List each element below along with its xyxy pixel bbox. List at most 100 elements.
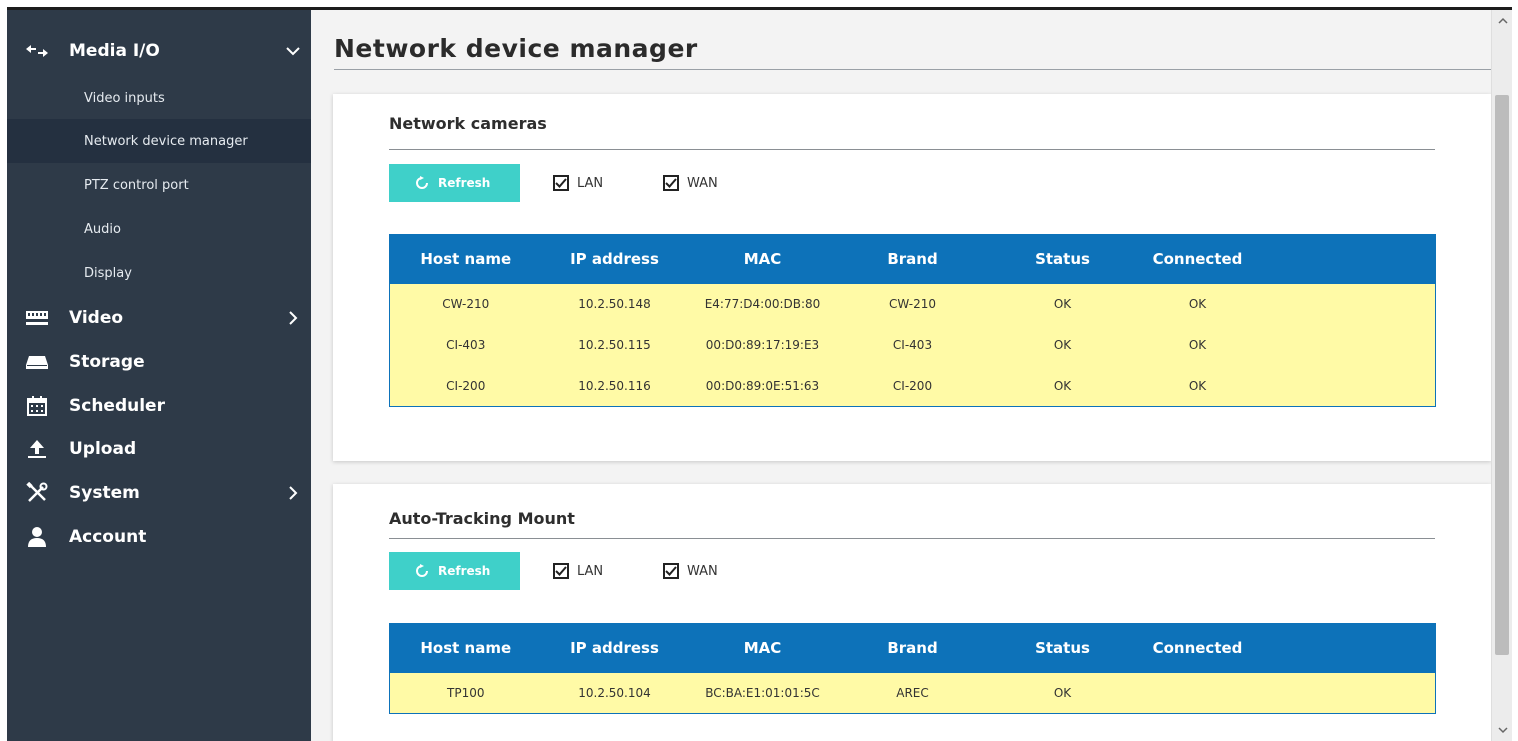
cell-status: OK	[987, 365, 1138, 407]
cell-mac: E4:77:D4:00:DB:80	[687, 283, 838, 325]
cell-host-name: CI-200	[389, 365, 542, 407]
cell-mac: BC:BA:E1:01:01:5C	[687, 672, 838, 714]
refresh-button-label: Refresh	[438, 176, 491, 190]
cell-connected: OK	[1137, 324, 1258, 366]
column-header[interactable]: MAC	[687, 623, 838, 673]
cell-spacer	[1257, 324, 1436, 366]
sidebar-subitem-label: Display	[84, 265, 132, 281]
lan-label: LAN	[577, 563, 604, 579]
cell-ip-address: 10.2.50.148	[541, 283, 688, 325]
column-header[interactable]: IP address	[541, 234, 688, 284]
sidebar-item-scheduler[interactable]: Scheduler	[7, 385, 311, 427]
column-header[interactable]: Connected	[1137, 234, 1258, 284]
column-header[interactable]: MAC	[687, 234, 838, 284]
refresh-button[interactable]: Refresh	[389, 552, 520, 590]
sidebar-item-media-io[interactable]: Media I/O	[7, 31, 311, 71]
refresh-icon	[416, 176, 428, 189]
lan-checkbox[interactable]: LAN	[553, 563, 603, 579]
title-divider	[334, 69, 1491, 70]
cell-host-name: TP100	[389, 672, 542, 714]
user-icon	[25, 525, 49, 549]
cell-connected: OK	[1137, 365, 1258, 407]
cell-host-name: CW-210	[389, 283, 542, 325]
scroll-down-button[interactable]	[1492, 719, 1512, 741]
column-header[interactable]: Status	[987, 623, 1138, 673]
refresh-button[interactable]: Refresh	[389, 164, 520, 202]
sidebar-subitem-label: PTZ control port	[84, 177, 189, 193]
sidebar-item-account[interactable]: Account	[7, 516, 311, 558]
column-header[interactable]: Brand	[837, 623, 988, 673]
scrollbar-thumb[interactable]	[1495, 95, 1509, 655]
cell-ip-address: 10.2.50.116	[541, 365, 688, 407]
section-divider	[389, 538, 1435, 539]
cell-spacer	[1257, 365, 1436, 407]
vertical-scrollbar[interactable]	[1491, 10, 1512, 741]
sidebar-item-upload[interactable]: Upload	[7, 428, 311, 470]
cell-status: OK	[987, 324, 1138, 366]
page-title: Network device manager	[334, 34, 698, 63]
sidebar-subitem-audio[interactable]: Audio	[7, 207, 311, 251]
column-header[interactable]: Connected	[1137, 623, 1258, 673]
cell-brand: CI-200	[837, 365, 988, 407]
sidebar-item-label: Storage	[69, 352, 145, 372]
cell-connected: OK	[1137, 283, 1258, 325]
scroll-up-button[interactable]	[1492, 10, 1512, 32]
checkmark-icon	[663, 563, 679, 579]
table-row[interactable]: TP100 10.2.50.104 BC:BA:E1:01:01:5C AREC…	[389, 672, 1436, 714]
film-icon	[25, 306, 49, 330]
section-divider	[389, 149, 1435, 150]
sidebar-subitem-label: Video inputs	[84, 90, 165, 106]
cell-status: OK	[987, 672, 1138, 714]
chevron-up-icon	[1497, 17, 1508, 24]
auto-tracking-panel: Auto-Tracking Mount Refresh LAN WAN Host…	[333, 484, 1491, 741]
refresh-button-label: Refresh	[438, 564, 491, 578]
table-row[interactable]: CI-200 10.2.50.116 00:D0:89:0E:51:63 CI-…	[389, 365, 1436, 407]
cell-spacer	[1257, 672, 1436, 714]
cell-brand: AREC	[837, 672, 988, 714]
table-header-row: Host name IP address MAC Brand Status Co…	[389, 623, 1436, 673]
lan-checkbox[interactable]: LAN	[553, 175, 603, 191]
column-header-spacer	[1257, 234, 1436, 284]
wan-label: WAN	[687, 175, 718, 191]
column-header[interactable]: Brand	[837, 234, 988, 284]
column-header[interactable]: Host name	[389, 234, 542, 284]
column-header[interactable]: Status	[987, 234, 1138, 284]
sidebar-subitem-network-device-manager[interactable]: Network device manager	[7, 119, 311, 163]
wan-checkbox[interactable]: WAN	[663, 563, 718, 579]
calendar-icon	[25, 394, 49, 418]
checkmark-icon	[553, 563, 569, 579]
table-row[interactable]: CW-210 10.2.50.148 E4:77:D4:00:DB:80 CW-…	[389, 283, 1436, 325]
table-header-row: Host name IP address MAC Brand Status Co…	[389, 234, 1436, 284]
cell-ip-address: 10.2.50.104	[541, 672, 688, 714]
sidebar-item-label: Upload	[69, 439, 137, 459]
column-header-spacer	[1257, 623, 1436, 673]
lan-label: LAN	[577, 175, 604, 191]
cell-brand: CW-210	[837, 283, 988, 325]
cell-host-name: CI-403	[389, 324, 542, 366]
sidebar-subitem-ptz-control-port[interactable]: PTZ control port	[7, 163, 311, 207]
cell-spacer	[1257, 283, 1436, 325]
tools-icon	[25, 481, 49, 505]
column-header[interactable]: IP address	[541, 623, 688, 673]
main-content: Network device manager Network cameras R…	[311, 10, 1512, 741]
sidebar-subitem-label: Network device manager	[84, 133, 248, 149]
cell-status: OK	[987, 283, 1138, 325]
column-header[interactable]: Host name	[389, 623, 542, 673]
cell-brand: CI-403	[837, 324, 988, 366]
sidebar-subitem-video-inputs[interactable]: Video inputs	[7, 76, 311, 120]
sidebar-item-video[interactable]: Video	[7, 297, 311, 339]
sidebar-item-label: Media I/O	[69, 41, 160, 61]
sidebar-item-label: Account	[69, 527, 147, 547]
wan-checkbox[interactable]: WAN	[663, 175, 718, 191]
sidebar-item-label: Scheduler	[69, 396, 165, 416]
chevron-down-icon	[285, 43, 301, 59]
refresh-icon	[416, 564, 428, 577]
sidebar-item-label: Video	[69, 308, 124, 328]
auto-tracking-table: Host name IP address MAC Brand Status Co…	[389, 623, 1436, 714]
sidebar-item-system[interactable]: System	[7, 472, 311, 514]
chevron-right-icon	[285, 485, 301, 501]
cell-ip-address: 10.2.50.115	[541, 324, 688, 366]
sidebar-subitem-display[interactable]: Display	[7, 251, 311, 295]
sidebar-item-storage[interactable]: Storage	[7, 341, 311, 383]
table-row[interactable]: CI-403 10.2.50.115 00:D0:89:17:19:E3 CI-…	[389, 324, 1436, 366]
